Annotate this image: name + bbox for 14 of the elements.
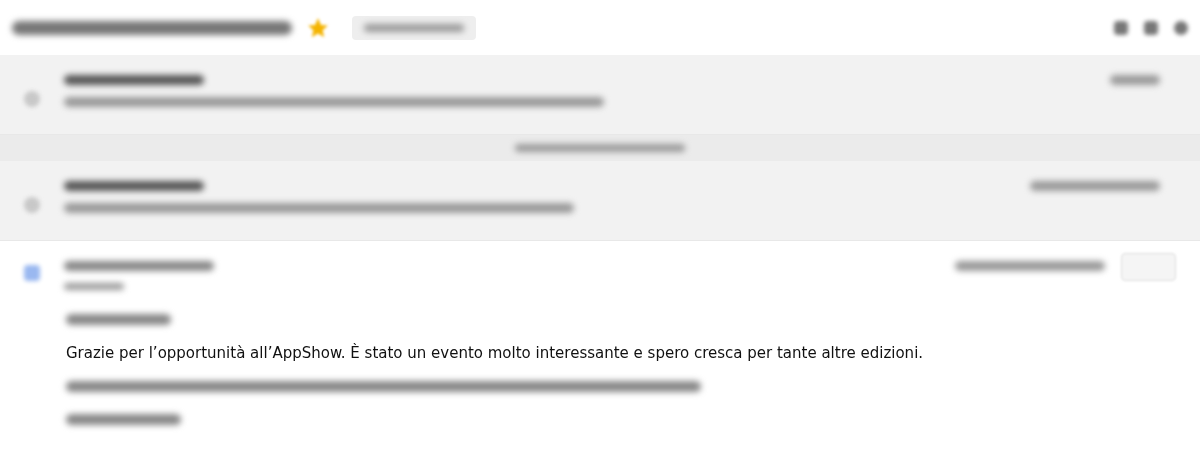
body-text: Grazie per l’opportunità all’AppShow. È stato un evento molto interessante e spero cresca per tante altre edizioni. (66, 344, 925, 362)
avatar-icon (24, 265, 40, 281)
avatar-icon (24, 91, 40, 107)
avatar-icon (24, 197, 40, 213)
close-icon[interactable] (1174, 20, 1188, 35)
blurred-text (1110, 75, 1160, 85)
label-chip[interactable] (352, 15, 476, 40)
older-messages-bar[interactable] (0, 135, 1200, 161)
blurred-text (64, 283, 124, 290)
print-icon[interactable] (1114, 20, 1128, 35)
collapsed-message[interactable] (0, 55, 1200, 135)
window-icon[interactable] (1144, 20, 1158, 35)
star-icon[interactable] (308, 17, 328, 38)
collapsed-message[interactable] (0, 161, 1200, 241)
